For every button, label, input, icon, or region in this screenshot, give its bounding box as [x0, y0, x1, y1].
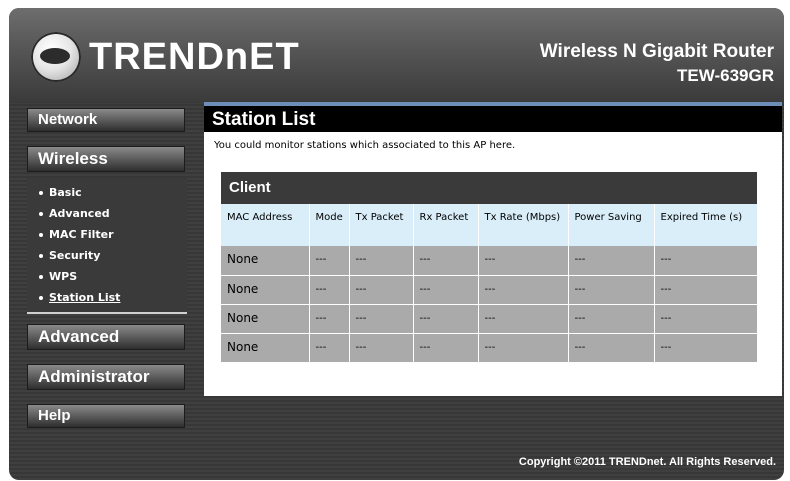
page-title: Station List [204, 102, 782, 132]
col-tx-packet: Tx Packet [349, 204, 414, 246]
cell-mode: --- [309, 275, 350, 305]
submenu-advanced[interactable]: Advanced [27, 203, 187, 224]
page-description: You could monitor stations which associa… [214, 140, 516, 151]
nav-administrator[interactable]: Administrator [27, 364, 185, 390]
table-row: None --- --- --- --- --- --- [221, 275, 758, 305]
col-rx-packet: Rx Packet [413, 204, 479, 246]
submenu-station-list[interactable]: Station List [27, 287, 187, 308]
router-frame: TRENDnET Wireless N Gigabit Router TEW-6… [9, 8, 784, 480]
wireless-submenu: Basic Advanced MAC Filter Security WPS S… [27, 178, 187, 314]
bullet-icon [39, 253, 43, 258]
cell-expired-time: --- [654, 304, 758, 334]
client-table: MAC Address Mode Tx Packet Rx Packet Tx … [221, 204, 758, 363]
trendnet-logo-icon [31, 32, 81, 82]
cell-tx-packet: --- [349, 275, 414, 305]
bullet-icon [39, 232, 43, 237]
cell-power-saving: --- [568, 275, 655, 305]
client-table-box: Client MAC Address Mode Tx Packet Rx Pac… [221, 172, 758, 363]
cell-rx-packet: --- [413, 304, 479, 334]
cell-rx-packet: --- [413, 275, 479, 305]
cell-tx-rate: --- [478, 333, 569, 363]
cell-tx-rate: --- [478, 304, 569, 334]
col-expired-time: Expired Time (s) [654, 204, 758, 246]
cell-expired-time: --- [654, 333, 758, 363]
table-row: None --- --- --- --- --- --- [221, 304, 758, 334]
cell-mode: --- [309, 333, 350, 363]
trendnet-logo: TRENDnET [31, 28, 300, 86]
col-mode: Mode [309, 204, 350, 246]
main-content: Station List You could monitor stations … [204, 102, 782, 410]
product-name: Wireless N Gigabit Router [539, 41, 774, 62]
cell-expired-time: --- [654, 275, 758, 305]
table-row: None --- --- --- --- --- --- [221, 333, 758, 363]
cell-tx-packet: --- [349, 333, 414, 363]
col-mac-address: MAC Address [221, 204, 310, 246]
table-header-row: MAC Address Mode Tx Packet Rx Packet Tx … [221, 204, 758, 246]
content-panel: You could monitor stations which associa… [204, 132, 782, 396]
bullet-icon [39, 295, 43, 300]
copyright-footer: Copyright ©2011 TRENDnet. All Rights Res… [518, 456, 776, 468]
nav-help[interactable]: Help [27, 404, 185, 428]
submenu-wps[interactable]: WPS [27, 266, 187, 287]
bullet-icon [39, 274, 43, 279]
submenu-security[interactable]: Security [27, 245, 187, 266]
cell-rx-packet: --- [413, 333, 479, 363]
submenu-mac-filter[interactable]: MAC Filter [27, 224, 187, 245]
cell-power-saving: --- [568, 246, 655, 276]
cell-mac: None [221, 304, 310, 334]
cell-rx-packet: --- [413, 246, 479, 276]
col-power-saving: Power Saving [568, 204, 655, 246]
cell-mac: None [221, 333, 310, 363]
header: TRENDnET Wireless N Gigabit Router TEW-6… [9, 8, 784, 103]
cell-power-saving: --- [568, 333, 655, 363]
cell-tx-rate: --- [478, 246, 569, 276]
nav-advanced[interactable]: Advanced [27, 324, 185, 350]
cell-tx-rate: --- [478, 275, 569, 305]
submenu-basic[interactable]: Basic [27, 182, 187, 203]
model-number: TEW-639GR [677, 66, 774, 85]
bullet-icon [39, 190, 43, 195]
logo-text: TRENDnET [89, 35, 300, 78]
nav-wireless[interactable]: Wireless [27, 146, 185, 172]
nav-network[interactable]: Network [27, 108, 185, 132]
table-row: None --- --- --- --- --- --- [221, 246, 758, 276]
cell-mac: None [221, 275, 310, 305]
cell-expired-time: --- [654, 246, 758, 276]
cell-tx-packet: --- [349, 246, 414, 276]
sidebar: Network Wireless Basic Advanced MAC Filt… [27, 108, 189, 428]
cell-power-saving: --- [568, 304, 655, 334]
cell-mac: None [221, 246, 310, 276]
col-tx-rate: Tx Rate (Mbps) [478, 204, 569, 246]
cell-mode: --- [309, 246, 350, 276]
client-heading: Client [221, 172, 757, 204]
cell-mode: --- [309, 304, 350, 334]
cell-tx-packet: --- [349, 304, 414, 334]
product-info: Wireless N Gigabit Router TEW-639GR [540, 41, 774, 86]
bullet-icon [39, 211, 43, 216]
